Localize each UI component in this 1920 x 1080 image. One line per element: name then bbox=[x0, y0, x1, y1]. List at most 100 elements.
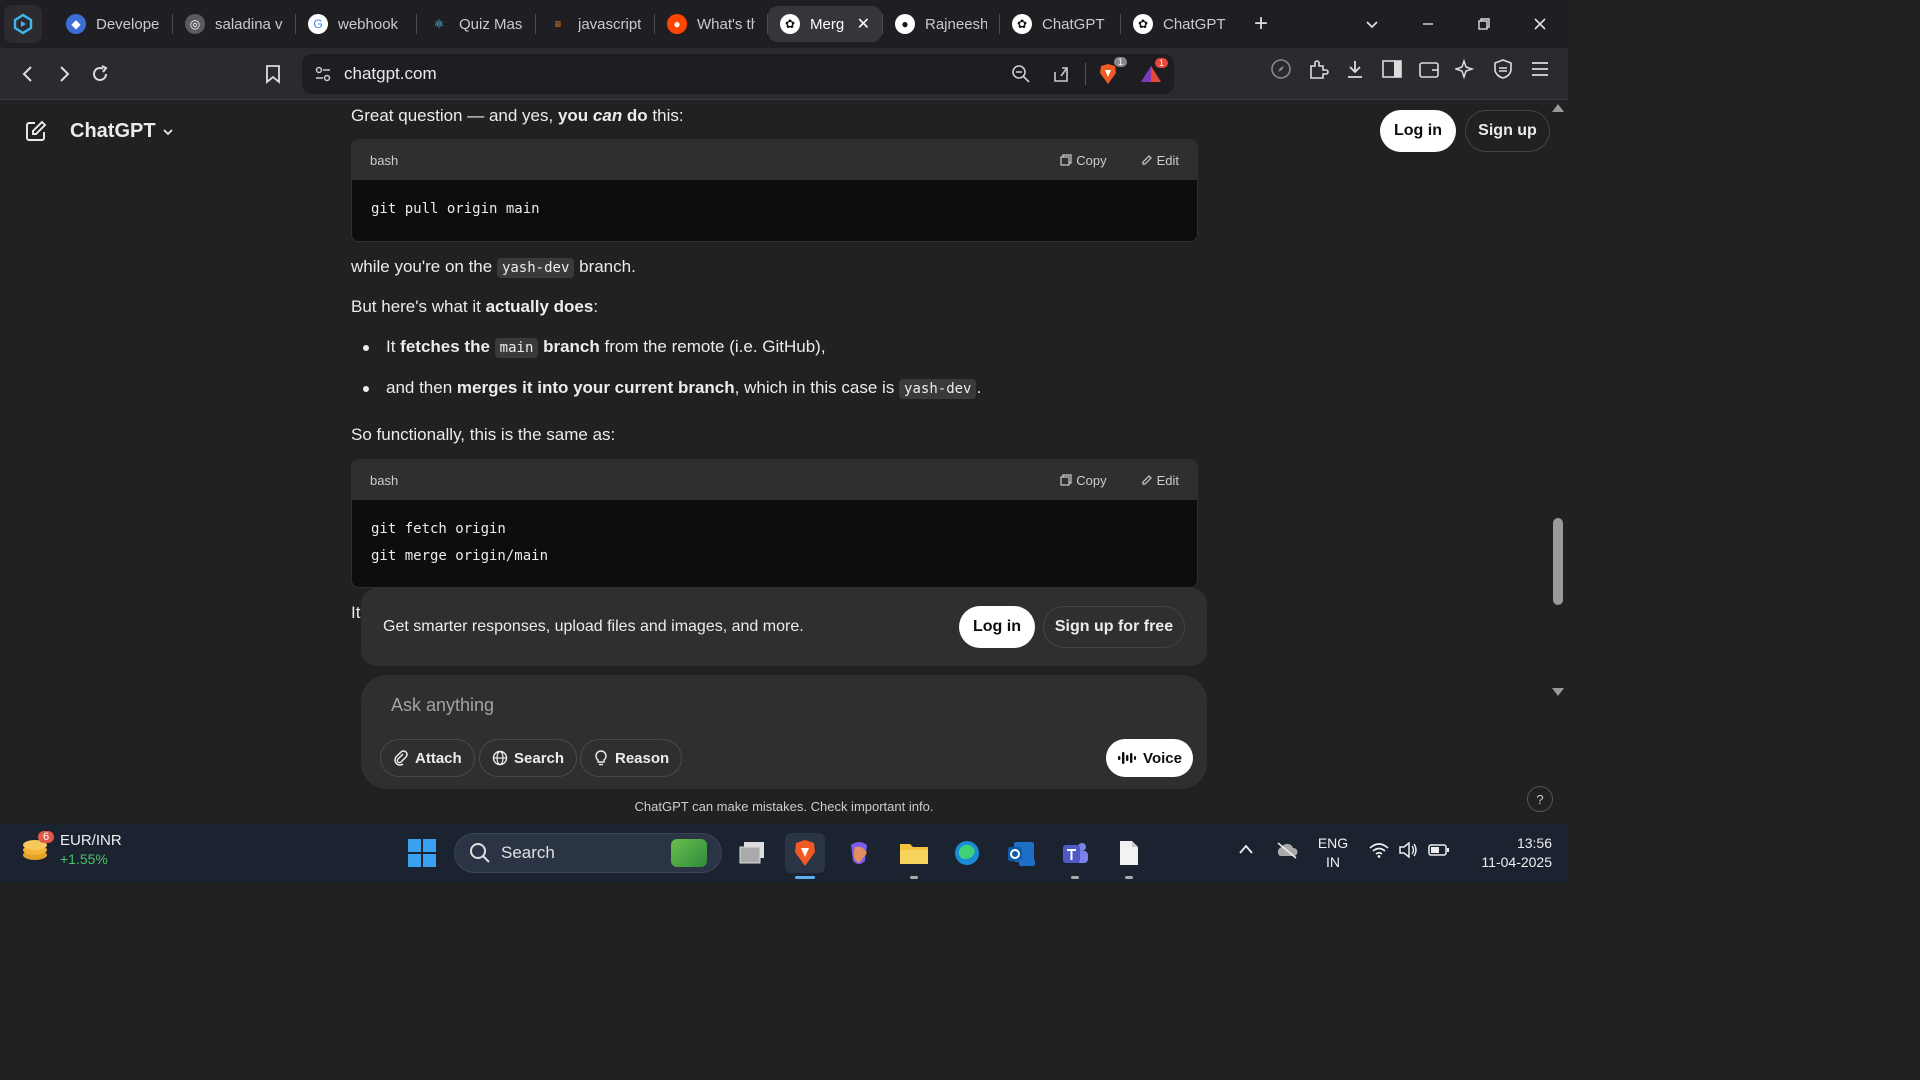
attach-button[interactable]: Attach bbox=[380, 739, 475, 777]
search-button[interactable]: Search bbox=[479, 739, 578, 777]
widgets-button[interactable]: 6 EUR/INR +1.55% bbox=[20, 830, 122, 870]
tab-javascript[interactable]: ≡ javascript bbox=[536, 6, 654, 42]
tab-label: webhook bbox=[338, 15, 399, 33]
tab-label: What's th bbox=[697, 15, 755, 33]
onedrive-offline-icon[interactable] bbox=[1275, 841, 1299, 859]
forward-icon[interactable] bbox=[46, 56, 82, 92]
task-view-icon[interactable] bbox=[732, 833, 772, 873]
restore-icon[interactable] bbox=[1456, 0, 1512, 48]
file-explorer-icon[interactable] bbox=[894, 833, 934, 873]
bookmark-icon[interactable] bbox=[255, 56, 291, 92]
volume-icon[interactable] bbox=[1398, 842, 1418, 858]
tab-label: saladina v bbox=[215, 15, 283, 33]
minimize-icon[interactable] bbox=[1400, 0, 1456, 48]
header-signup-button[interactable]: Sign up bbox=[1465, 110, 1550, 152]
reload-icon[interactable] bbox=[82, 56, 118, 92]
extensions-icon[interactable] bbox=[1307, 58, 1329, 80]
brand-label: ChatGPT bbox=[70, 120, 156, 142]
language-indicator[interactable]: ENG IN bbox=[1315, 834, 1351, 872]
tab-merg[interactable]: ✿ Merg ✕ bbox=[768, 6, 882, 42]
header-login-button[interactable]: Log in bbox=[1380, 110, 1456, 152]
edit-code-button[interactable]: Edit bbox=[1141, 473, 1179, 488]
tab-saladina-v[interactable]: ◎ saladina v bbox=[173, 6, 295, 42]
b1-bold: fetches the bbox=[400, 337, 495, 356]
tab-develope[interactable]: ◆ Develope bbox=[54, 6, 172, 42]
tab-label: Develope bbox=[96, 15, 160, 33]
banner-signup-button[interactable]: Sign up for free bbox=[1043, 606, 1185, 648]
close-tab-icon[interactable]: ✕ bbox=[857, 14, 870, 34]
voice-button[interactable]: Voice bbox=[1106, 739, 1193, 777]
copy-label: Copy bbox=[1076, 152, 1107, 168]
banner-login-button[interactable]: Log in bbox=[959, 606, 1035, 648]
site-info-icon[interactable] bbox=[314, 65, 332, 83]
copilot-icon[interactable] bbox=[839, 833, 879, 873]
help-button[interactable]: ? bbox=[1527, 786, 1553, 812]
battery-icon[interactable] bbox=[1428, 843, 1450, 857]
outlook-new-icon[interactable] bbox=[1001, 833, 1041, 873]
share-icon[interactable] bbox=[1051, 64, 1071, 84]
p3-text: But here's what it bbox=[351, 297, 486, 316]
brave-shields-icon[interactable]: 1 bbox=[1098, 57, 1127, 85]
close-window-icon[interactable] bbox=[1512, 0, 1568, 48]
tab-rajneesh[interactable]: ● Rajneesh bbox=[883, 6, 999, 42]
new-tab-icon[interactable]: + bbox=[1241, 0, 1281, 48]
reason-label: Reason bbox=[615, 749, 670, 767]
zoom-icon[interactable] bbox=[1011, 64, 1031, 84]
code-language: bash bbox=[370, 152, 399, 168]
wifi-icon[interactable] bbox=[1369, 842, 1389, 858]
copy-label: Copy bbox=[1076, 472, 1107, 488]
scroll-up-arrow-icon[interactable] bbox=[1552, 104, 1564, 112]
prompt-input[interactable]: Ask anything bbox=[391, 695, 494, 716]
browser-menu-icon[interactable] bbox=[4, 5, 42, 43]
paragraph-explain: But here's what it actually does: bbox=[351, 294, 1198, 320]
voice-label: Voice bbox=[1143, 749, 1182, 767]
edit-icon bbox=[1141, 155, 1152, 165]
paragraph-branch: while you're on the yash-dev branch. bbox=[351, 254, 1198, 281]
address-bar[interactable]: chatgpt.com 1 1 bbox=[302, 54, 1174, 94]
p2-text: while you're on the bbox=[351, 257, 497, 276]
start-windows-icon[interactable] bbox=[402, 833, 442, 873]
downloads-icon[interactable] bbox=[1344, 58, 1366, 80]
brave-rewards-icon[interactable]: 1 bbox=[1140, 58, 1168, 84]
notepad-icon[interactable] bbox=[1109, 833, 1149, 873]
leo-ai-icon[interactable] bbox=[1455, 58, 1477, 80]
copy-code-button[interactable]: Copy bbox=[1060, 472, 1107, 488]
back-icon[interactable] bbox=[10, 56, 46, 92]
tab-label: ChatGPT bbox=[1042, 15, 1105, 33]
copy-code-button[interactable]: Copy bbox=[1060, 152, 1107, 168]
edge-icon[interactable] bbox=[947, 833, 987, 873]
tab-search-chevron-icon[interactable] bbox=[1344, 0, 1400, 48]
wallet-icon[interactable] bbox=[1418, 58, 1440, 80]
tab-chatgpt[interactable]: ✿ ChatGPT bbox=[1000, 6, 1120, 42]
b2-text: and then bbox=[386, 378, 457, 397]
new-chat-icon[interactable] bbox=[24, 119, 48, 143]
sidebar-toggle-icon[interactable] bbox=[1381, 58, 1403, 80]
tab-what-s-th[interactable]: ● What's th bbox=[655, 6, 767, 42]
code-language: bash bbox=[370, 472, 399, 488]
teams-icon[interactable] bbox=[1055, 833, 1095, 873]
scrollbar-thumb[interactable] bbox=[1553, 518, 1563, 605]
url-text[interactable]: chatgpt.com bbox=[344, 64, 437, 84]
brave-taskbar-icon[interactable] bbox=[785, 833, 825, 873]
edit-code-button[interactable]: Edit bbox=[1141, 153, 1179, 168]
composer: Ask anything Attach Search Reason Voice bbox=[361, 675, 1207, 789]
chatgpt-icon: ✿ bbox=[780, 14, 800, 34]
taskbar-search[interactable]: Search bbox=[454, 833, 722, 873]
clock[interactable]: 13:56 11-04-2025 bbox=[1460, 834, 1552, 872]
show-hidden-icons-chevron[interactable] bbox=[1238, 843, 1254, 855]
voice-waveform-icon bbox=[1118, 752, 1137, 764]
tab-quiz-mas[interactable]: ⚛ Quiz Mas bbox=[417, 6, 535, 42]
main-menu-icon[interactable] bbox=[1529, 58, 1551, 80]
leo-compass-icon[interactable] bbox=[1270, 58, 1292, 80]
vpn-shield-icon[interactable] bbox=[1492, 58, 1514, 80]
reason-button[interactable]: Reason bbox=[580, 739, 683, 777]
tab-chatgpt[interactable]: ✿ ChatGPT bbox=[1121, 6, 1241, 42]
list-item: and then merges it into your current bra… bbox=[351, 375, 1198, 402]
stackoverflow-icon: ≡ bbox=[554, 17, 562, 31]
model-selector[interactable]: ChatGPT bbox=[70, 120, 174, 143]
active-app-indicator bbox=[795, 876, 815, 879]
b1-bold-2: branch bbox=[538, 337, 600, 356]
tab-webhook[interactable]: Gwebhook bbox=[296, 6, 416, 42]
scroll-down-arrow-icon[interactable] bbox=[1552, 688, 1564, 696]
b2-text-end: . bbox=[976, 378, 982, 397]
